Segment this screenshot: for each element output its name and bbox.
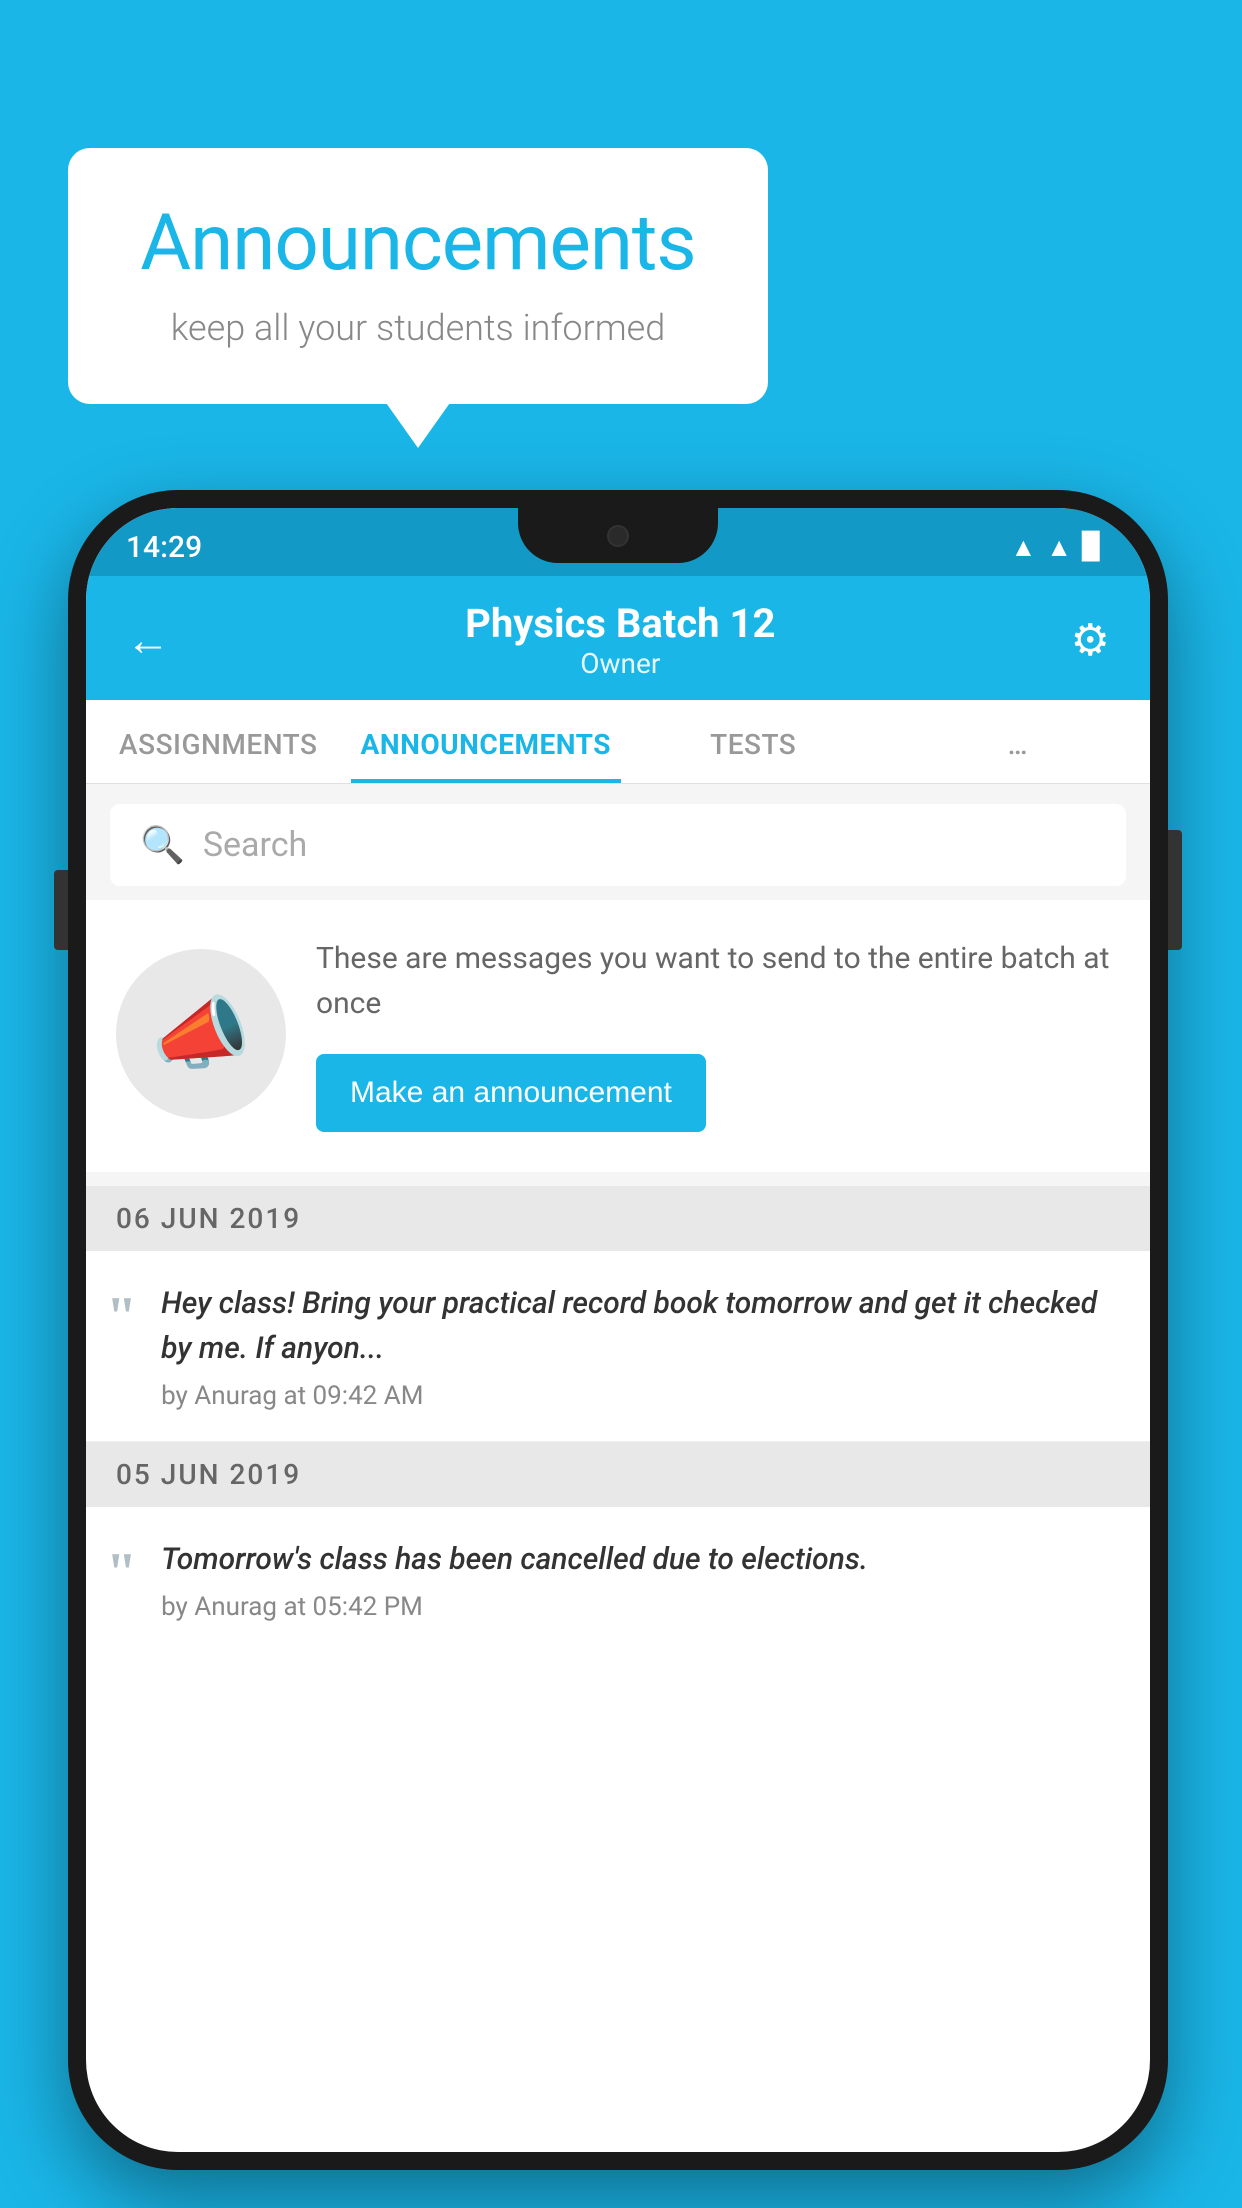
announcement-item-1: " Hey class! Bring your practical record… [86, 1251, 1150, 1442]
speech-bubble-title: Announcements [128, 198, 708, 289]
speech-bubble-container: Announcements keep all your students inf… [68, 148, 768, 404]
phone-outer: 14:29 ▲ ▲ ▉ ← Physics Batch 12 Owner ⚙ [68, 490, 1168, 2170]
search-icon: 🔍 [140, 824, 185, 866]
announcement-meta-2: by Anurag at 05:42 PM [161, 1592, 1120, 1622]
quote-icon-1: " [106, 1289, 137, 1345]
status-time: 14:29 [126, 520, 202, 565]
tab-assignments[interactable]: ASSIGNMENTS [86, 700, 351, 783]
header-title: Physics Batch 12 [465, 600, 775, 647]
prompt-description: These are messages you want to send to t… [316, 936, 1120, 1026]
phone-wrapper: 14:29 ▲ ▲ ▉ ← Physics Batch 12 Owner ⚙ [68, 490, 1168, 2170]
wifi-icon: ▲ [1011, 532, 1037, 563]
phone-screen: 14:29 ▲ ▲ ▉ ← Physics Batch 12 Owner ⚙ [86, 508, 1150, 2152]
announcement-prompt: 📣 These are messages you want to send to… [86, 900, 1150, 1172]
announcement-text-1: Hey class! Bring your practical record b… [161, 1281, 1120, 1371]
phone-notch [518, 508, 718, 563]
quote-icon-2: " [106, 1545, 137, 1601]
status-icons: ▲ ▲ ▉ [1011, 522, 1102, 563]
speech-bubble-subtitle: keep all your students informed [128, 307, 708, 349]
battery-icon: ▉ [1082, 532, 1102, 562]
front-camera [607, 525, 629, 547]
announcement-content-2: Tomorrow's class has been cancelled due … [161, 1537, 1120, 1622]
announcement-content-1: Hey class! Bring your practical record b… [161, 1281, 1120, 1411]
back-button[interactable]: ← [126, 614, 170, 666]
content-area: 🔍 Search 📣 These are messages you want t… [86, 784, 1150, 1652]
announcement-meta-1: by Anurag at 09:42 AM [161, 1381, 1120, 1411]
date-separator-1: 06 JUN 2019 [86, 1186, 1150, 1251]
announcement-item-2: " Tomorrow's class has been cancelled du… [86, 1507, 1150, 1652]
prompt-right: These are messages you want to send to t… [316, 936, 1120, 1132]
speech-bubble: Announcements keep all your students inf… [68, 148, 768, 404]
megaphone-circle: 📣 [116, 949, 286, 1119]
announcement-text-2: Tomorrow's class has been cancelled due … [161, 1537, 1120, 1582]
date-separator-2: 05 JUN 2019 [86, 1442, 1150, 1507]
app-header: ← Physics Batch 12 Owner ⚙ [86, 576, 1150, 700]
make-announcement-button[interactable]: Make an announcement [316, 1054, 706, 1132]
tab-tests[interactable]: TESTS [621, 700, 886, 783]
signal-icon: ▲ [1046, 532, 1072, 563]
search-placeholder: Search [203, 825, 307, 865]
tab-announcements[interactable]: ANNOUNCEMENTS [351, 700, 621, 783]
megaphone-icon: 📣 [151, 987, 251, 1081]
search-bar[interactable]: 🔍 Search [110, 804, 1126, 886]
tabs-bar: ASSIGNMENTS ANNOUNCEMENTS TESTS … [86, 700, 1150, 784]
tab-more[interactable]: … [885, 700, 1150, 783]
settings-icon[interactable]: ⚙ [1071, 614, 1110, 666]
header-center: Physics Batch 12 Owner [465, 600, 775, 680]
header-subtitle: Owner [465, 647, 775, 680]
